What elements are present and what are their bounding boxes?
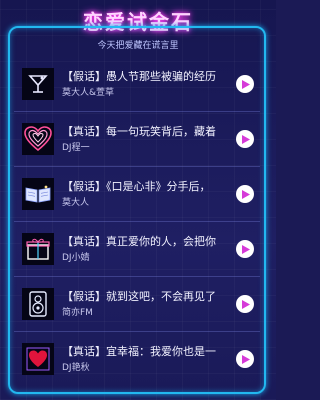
item-title: 【真话】真正爱你的人，会把你: [62, 235, 216, 248]
item-author: 莫大人: [62, 198, 90, 208]
speaker-icon: [22, 288, 54, 320]
list-item[interactable]: 【真话】宜幸福：我爱你也是一 DJ艳秋: [14, 335, 260, 387]
play-button[interactable]: [236, 185, 254, 203]
item-title: 【假话】愚人节那些被骗的经历: [62, 70, 216, 83]
play-button[interactable]: [236, 295, 254, 313]
play-icon: [242, 134, 250, 144]
program-list: 【假话】愚人节那些被骗的经历 莫大人&萱草 【真话】每一句玩笑背后，藏着 DJ程…: [14, 60, 260, 390]
item-title: 【真话】宜幸福：我爱你也是一: [62, 345, 216, 358]
neon-heart-icon: [22, 123, 54, 155]
item-author: DJ艳秋: [62, 363, 90, 373]
item-author: 简亦FM: [62, 308, 93, 318]
play-icon: [242, 244, 250, 254]
list-item[interactable]: 【假话】就到这吧，不会再见了 简亦FM: [14, 280, 260, 332]
play-icon: [242, 79, 250, 89]
page: 恋爱试金石 今天把爱藏在谎言里 【假话】愚人节那些被骗的经历 莫大人&萱草 【真…: [0, 0, 276, 400]
item-title: 【假话】就到这吧，不会再见了: [62, 290, 216, 303]
item-author: DJ程一: [62, 143, 90, 153]
play-icon: [242, 299, 250, 309]
open-book-icon: [22, 178, 54, 210]
item-author: 莫大人&萱草: [62, 88, 115, 98]
item-author: DJ小婧: [62, 253, 90, 263]
item-title: 【真话】每一句玩笑背后，藏着: [62, 125, 216, 138]
cocktail-glass-icon: [22, 68, 54, 100]
play-icon: [242, 354, 250, 364]
list-item[interactable]: 【假话】《口是心非》分手后， 莫大人: [14, 170, 260, 222]
list-item[interactable]: 【真话】真正爱你的人，会把你 DJ小婧: [14, 225, 260, 277]
play-button[interactable]: [236, 350, 254, 368]
heart-frame-icon: [22, 343, 54, 375]
item-title: 【假话】《口是心非》分手后，: [62, 180, 211, 193]
list-item[interactable]: 【假话】愚人节那些被骗的经历 莫大人&萱草: [14, 60, 260, 112]
list-item[interactable]: 【真话】每一句玩笑背后，藏着 DJ程一: [14, 115, 260, 167]
play-button[interactable]: [236, 130, 254, 148]
play-button[interactable]: [236, 240, 254, 258]
play-button[interactable]: [236, 75, 254, 93]
gift-box-icon: [22, 233, 54, 265]
play-icon: [242, 189, 250, 199]
